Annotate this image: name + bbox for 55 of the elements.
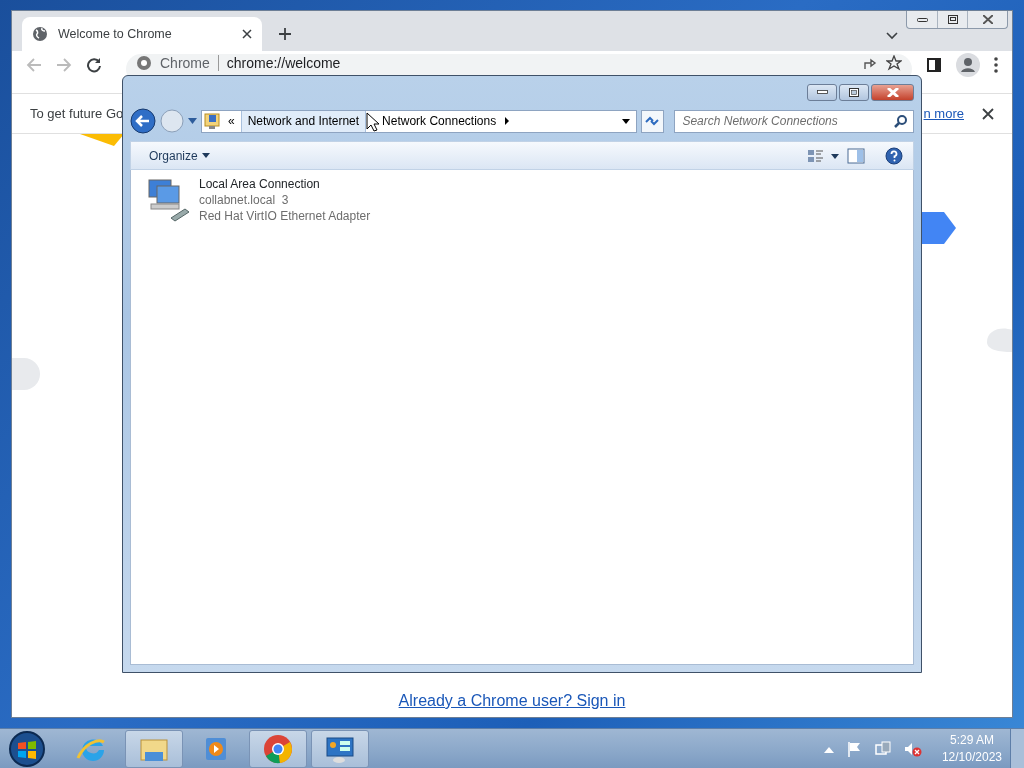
- network-name: collabnet.local 3: [199, 192, 290, 208]
- address-bar[interactable]: « Network and Internet Network Connections: [201, 109, 637, 133]
- taskbar-button[interactable]: [311, 729, 369, 768]
- minimize-button[interactable]: [807, 83, 837, 101]
- maximize-button[interactable]: [839, 83, 869, 101]
- flag-icon[interactable]: [845, 740, 862, 757]
- breadcrumb[interactable]: Network and Internet: [240, 110, 367, 132]
- taskbar-button[interactable]: [249, 729, 307, 768]
- connection-name: Local Area Connection: [199, 176, 321, 192]
- refresh-icon: [645, 116, 660, 126]
- mouse-cursor-icon: [366, 112, 380, 132]
- adapter-name: Red Hat VirtIO Ethernet Adapter: [199, 208, 371, 224]
- new-tab-icon[interactable]: [278, 27, 292, 41]
- learn-more-link[interactable]: n more: [923, 103, 964, 124]
- start-button[interactable]: [7, 728, 47, 768]
- maximize-icon: [947, 15, 958, 24]
- minimize-icon: [916, 17, 928, 22]
- close-icon[interactable]: [242, 29, 252, 39]
- overflow-button[interactable]: «: [222, 110, 241, 132]
- reload-icon[interactable]: [86, 57, 102, 73]
- search-icon[interactable]: [894, 113, 908, 128]
- chevron-down-icon[interactable]: [886, 32, 898, 40]
- illustration-shape: [987, 326, 1012, 352]
- site-label: Chrome: [160, 55, 210, 71]
- organize-button[interactable]: Organize: [141, 146, 210, 165]
- signin-link[interactable]: Already a Chrome user? Sign in: [398, 689, 626, 713]
- help-icon[interactable]: [885, 146, 903, 165]
- minimize-icon: [816, 90, 828, 94]
- avatar-icon[interactable]: [956, 53, 980, 77]
- breadcrumb[interactable]: Network Connections: [376, 110, 503, 132]
- illustration-shape: [80, 134, 124, 146]
- dropdown-arrow-icon[interactable]: [621, 118, 630, 124]
- chrome-icon: [136, 55, 152, 71]
- side-panel-icon[interactable]: [926, 57, 942, 73]
- illustration-shape: [12, 358, 40, 390]
- view-options-icon[interactable]: [807, 148, 839, 163]
- refresh-button[interactable]: [640, 109, 665, 133]
- menu-icon[interactable]: [994, 57, 998, 73]
- star-icon[interactable]: [886, 55, 902, 71]
- maximize-icon: [849, 87, 859, 97]
- close-icon: [886, 87, 899, 97]
- url-text[interactable]: chrome://welcome: [217, 55, 341, 71]
- illustration-shape: [922, 212, 956, 244]
- close-button[interactable]: [871, 83, 914, 101]
- back-icon[interactable]: [130, 108, 156, 134]
- browser-tab[interactable]: Welcome to Chrome: [22, 17, 262, 51]
- chevron-right-icon[interactable]: [505, 117, 510, 125]
- close-icon[interactable]: [982, 107, 994, 120]
- close-icon: [982, 15, 993, 24]
- search-field[interactable]: Search Network Connections: [674, 109, 914, 133]
- network-folder-icon: [204, 113, 220, 129]
- globe-icon: [32, 26, 48, 42]
- network-connection-item[interactable]: Local Area Connection collabnet.local 3 Red Hat VirtIO Ethernet Adapter: [147, 176, 897, 224]
- caret-icon: [201, 153, 210, 158]
- network-computers-icon: [147, 176, 191, 222]
